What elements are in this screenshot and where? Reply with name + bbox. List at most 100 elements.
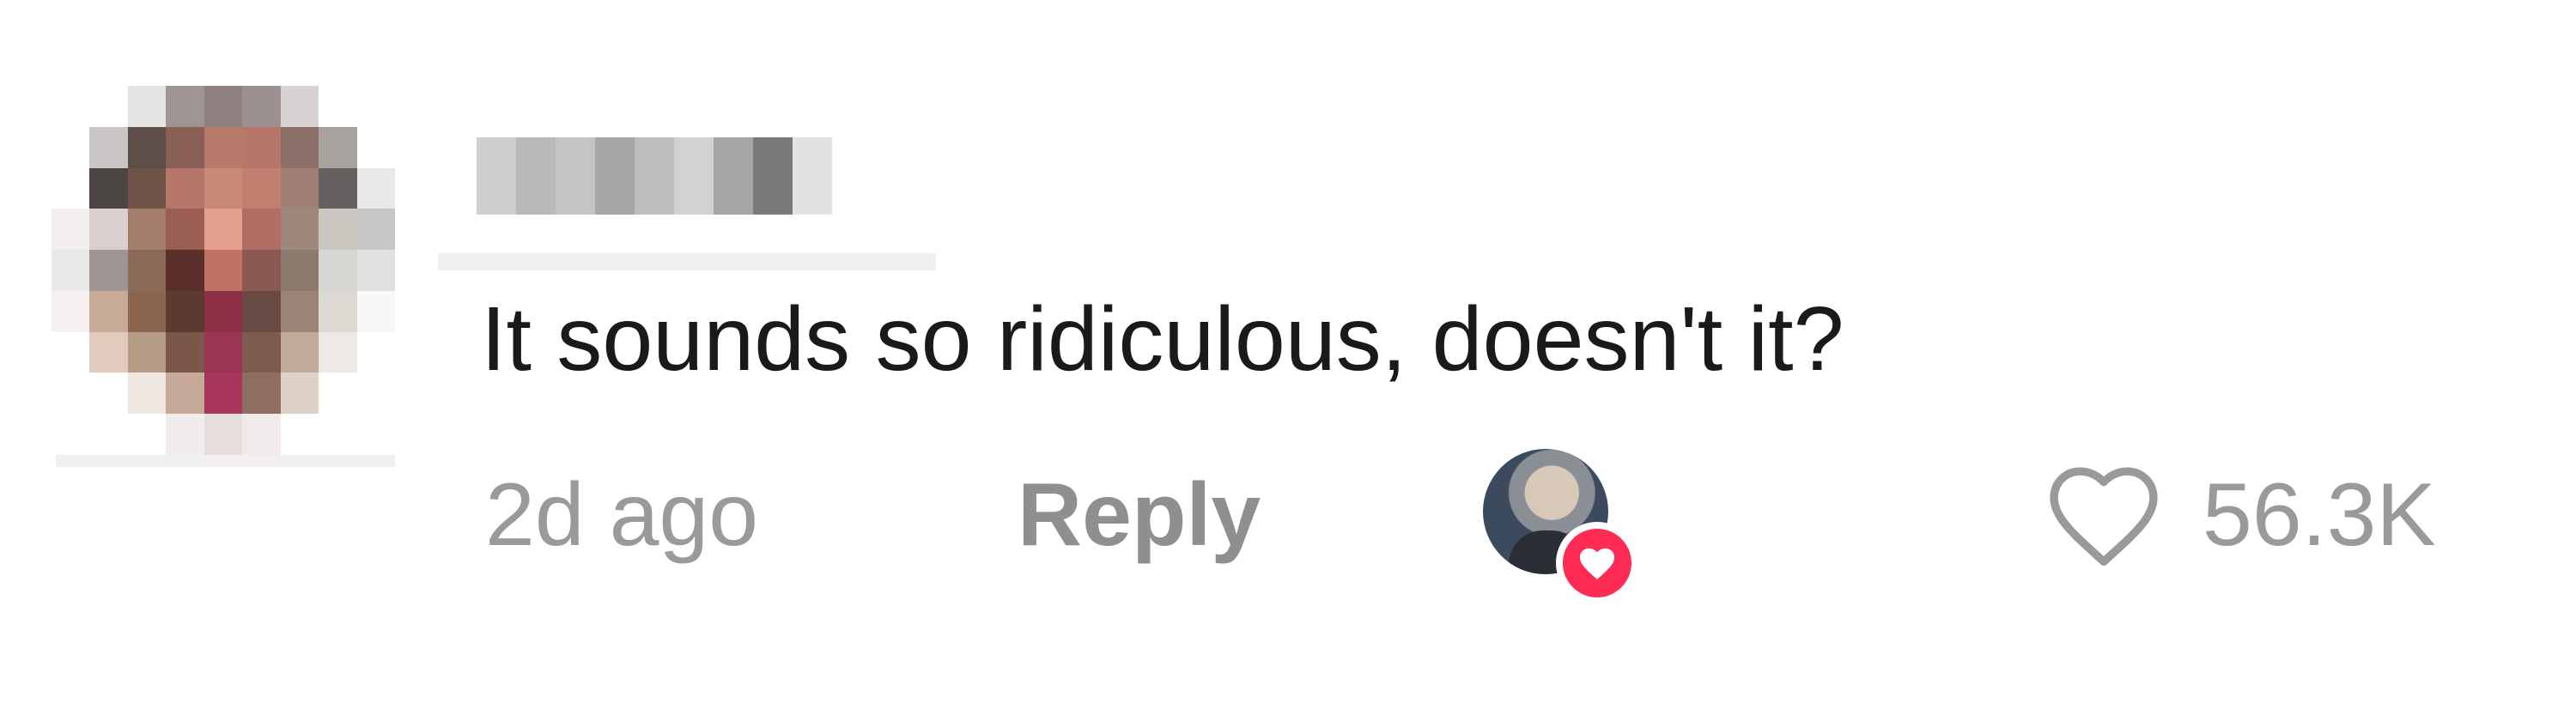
avatar-pixel [89,414,128,455]
avatar-pixel [280,414,319,455]
avatar-pixel [204,414,243,455]
avatar-pixel [356,86,395,127]
avatar-pixel [89,331,128,373]
avatar-pixel [52,126,90,168]
avatar-pixel [89,167,128,209]
username-underline [438,253,936,270]
reply-button[interactable]: Reply [1018,459,1261,571]
avatar-pixel [166,250,204,291]
avatar-pixel [319,373,357,415]
avatar-pixel [127,209,167,251]
avatar-pixel [242,209,281,251]
avatar-pixel [166,373,204,415]
avatar-pixel [204,373,243,415]
username-pixel [793,137,832,215]
avatar-pixel [52,209,90,251]
avatar-pixel [242,86,281,127]
avatar-pixel [280,126,319,168]
avatar-pixel [127,167,167,209]
username-pixel [753,137,793,215]
avatar-pixel [127,331,167,373]
avatar-pixel [89,290,128,332]
avatar-pixel [356,331,395,373]
avatar-pixel [280,167,319,209]
avatar-pixel [242,250,281,291]
avatar-pixel [280,373,319,415]
avatar-pixel [52,331,90,373]
avatar-pixel [166,126,204,168]
avatar-pixel [280,86,319,127]
avatar-pixel [204,250,243,291]
heart-filled-icon [1579,548,1615,580]
avatar-pixel [242,414,281,455]
avatar-pixel [166,414,204,455]
avatar-pixel [52,373,90,415]
creator-liked-badge [1556,522,1638,604]
avatar-pixel [242,290,281,332]
like-count: 56.3K [2202,465,2436,565]
avatar-pixel [89,86,128,127]
avatar-pixel [356,209,395,251]
username-pixel [477,137,516,215]
avatar-pixel [204,167,243,209]
avatar-pixel [319,209,357,251]
avatar-pixel [52,290,90,332]
username-pixel [635,137,674,215]
avatar-pixel [280,331,319,373]
avatar-pixel [166,290,204,332]
avatar-pixel [356,126,395,168]
avatar-pixel [356,167,395,209]
avatar-pixel [280,250,319,291]
username-pixel [556,137,595,215]
avatar-pixel [89,373,128,415]
avatar[interactable] [52,86,395,455]
heart-outline-icon [2050,467,2158,566]
avatar-pixel [127,414,167,455]
username-pixel [595,137,635,215]
username-pixel [674,137,714,215]
avatar-pixel [52,414,90,455]
avatar-pixel [204,290,243,332]
comment-text: It sounds so ridiculous, doesn't it? [481,288,1844,390]
username-pixel [714,137,753,215]
avatar-pixel [127,290,167,332]
avatar-pixel [242,126,281,168]
avatar-pixel [242,373,281,415]
avatar-pixel [356,414,395,455]
avatar-pixel [166,86,204,127]
avatar-pixel [280,290,319,332]
avatar-pixel [52,167,90,209]
avatar-pixel [319,414,357,455]
avatar-pixel [204,126,243,168]
avatar-pixel [166,209,204,251]
avatar-pixel [319,290,357,332]
avatar-pixel [52,86,90,127]
avatar-pixel [356,373,395,415]
avatar-pixel [319,86,357,127]
like-button[interactable] [2039,459,2168,571]
avatar-pixel [127,86,167,127]
comment-item: It sounds so ridiculous, doesn't it? 2d … [0,0,2576,721]
avatar-pixel [89,126,128,168]
username-pixelated[interactable] [477,137,832,215]
avatar-pixel [166,331,204,373]
avatar-pixel [204,86,243,127]
comment-timestamp: 2d ago [485,465,759,565]
avatar-pixel [166,167,204,209]
avatar-pixel [242,167,281,209]
avatar-pixel [204,331,243,373]
avatar-pixel [319,331,357,373]
avatar-pixel [127,250,167,291]
avatar-pixel [89,209,128,251]
avatar-pixel [319,167,357,209]
username-pixel [516,137,556,215]
avatar-pixel [242,331,281,373]
avatar-pixel [319,250,357,291]
avatar-pixel [204,209,243,251]
avatar-pixel [319,126,357,168]
avatar-pixel [356,290,395,332]
avatar-pixel [89,250,128,291]
avatar-pixel [356,250,395,291]
avatar-pixel [127,126,167,168]
avatar-pixel [52,250,90,291]
